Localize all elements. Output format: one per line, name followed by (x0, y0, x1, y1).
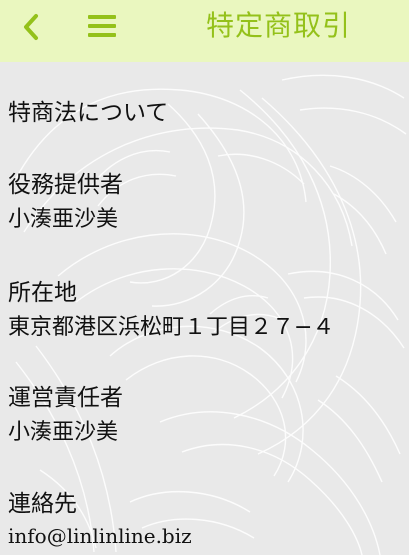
hamburger-menu-icon (88, 15, 116, 37)
page-title: 特定商取引 (205, 9, 351, 42)
manager-name: 小湊亜沙美 (8, 420, 119, 445)
provider-label: 役務提供者 (8, 172, 123, 198)
back-button[interactable] (14, 10, 48, 44)
decorative-background-art (13, 74, 407, 555)
contact-email[interactable]: info@linlinline.biz (8, 524, 192, 548)
provider-name: 小湊亜沙美 (8, 207, 119, 232)
intro-heading: 特商法について (8, 100, 169, 126)
chevron-left-icon (24, 14, 38, 40)
header-bar: 特定商取引 (0, 0, 409, 62)
manager-label: 運営責任者 (8, 385, 123, 411)
location-label: 所在地 (8, 280, 77, 306)
menu-button[interactable] (84, 8, 120, 44)
contact-label: 連絡先 (8, 491, 77, 517)
address-text: 東京都港区浜松町１丁目２７−４ (8, 315, 335, 340)
